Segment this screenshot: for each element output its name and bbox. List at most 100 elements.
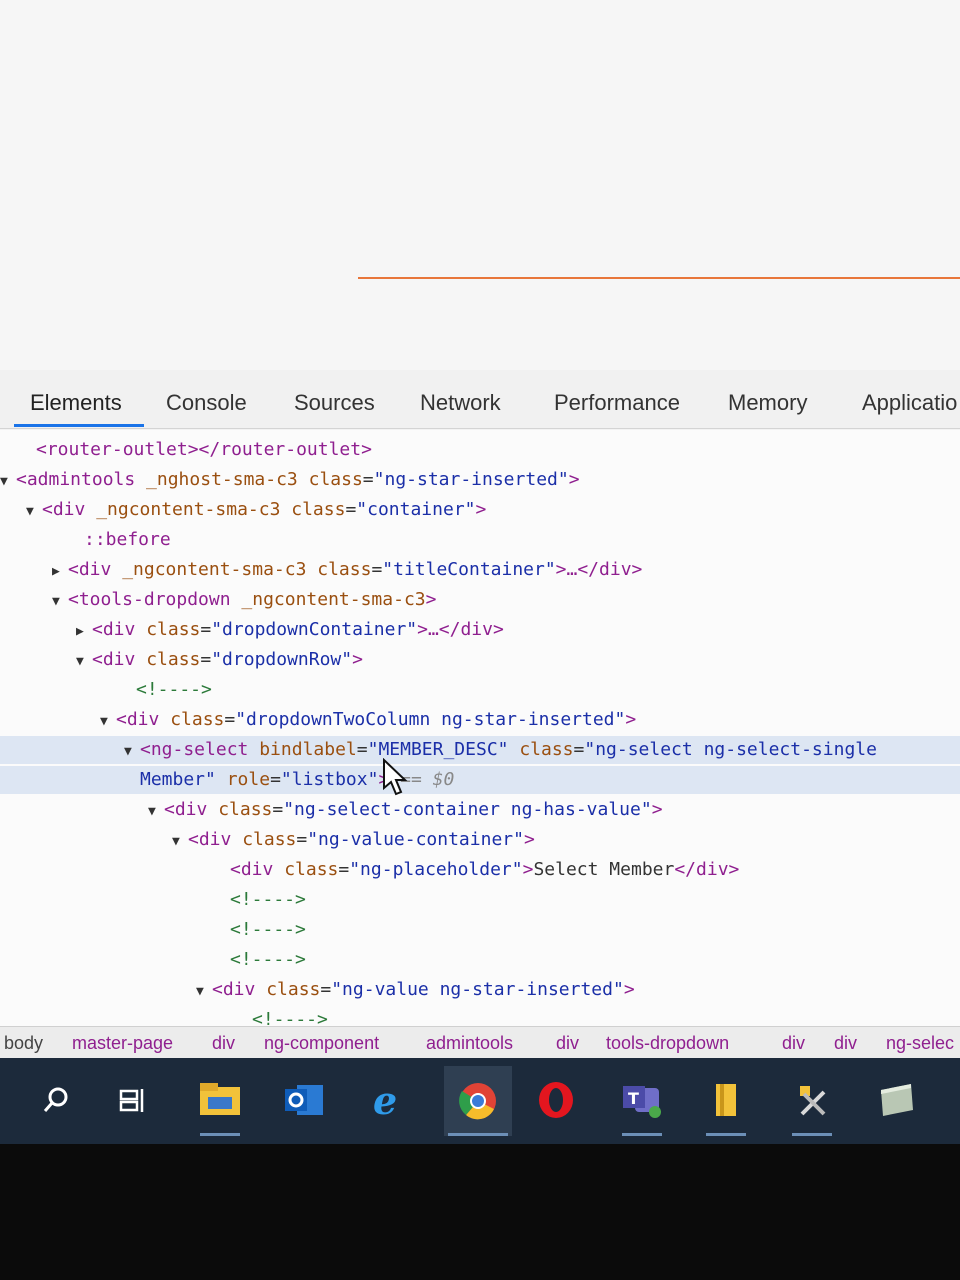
collapse-triangle-icon[interactable]: ▼ bbox=[26, 498, 42, 526]
dom-txt-token: = bbox=[296, 829, 308, 850]
notes-icon[interactable] bbox=[872, 1076, 920, 1124]
tab-memory[interactable]: Memory bbox=[728, 390, 807, 416]
dom-node-row[interactable]: <router-outlet></router-outlet> bbox=[0, 436, 960, 464]
dom-attr-token: class bbox=[146, 619, 201, 640]
teams-icon[interactable]: T bbox=[618, 1076, 666, 1136]
dom-txt-token: = bbox=[573, 739, 585, 760]
dom-val-token: "titleContainer" bbox=[382, 559, 556, 580]
dom-tree: <router-outlet></router-outlet> ▼ <adminto… bbox=[0, 430, 960, 1026]
dom-attr-token: _ngcontent-sma-c3 bbox=[241, 589, 426, 610]
breadcrumb-item[interactable]: admintools bbox=[426, 1033, 513, 1054]
dom-node-row[interactable]: <!----> bbox=[0, 946, 960, 974]
active-tab-indicator bbox=[14, 424, 144, 427]
dom-tag-token: > bbox=[623, 979, 635, 1000]
dom-comment-token: <!----> bbox=[252, 1009, 328, 1026]
dom-tag-token: <router-outlet></router-outlet> bbox=[36, 439, 372, 460]
collapse-triangle-icon[interactable]: ▼ bbox=[172, 828, 188, 856]
dom-tag-token: <tools-dropdown bbox=[68, 589, 242, 610]
tools-icon[interactable] bbox=[788, 1076, 836, 1136]
breadcrumb-item[interactable]: master-page bbox=[72, 1033, 173, 1054]
sticky-notes-icon[interactable] bbox=[702, 1076, 750, 1136]
dom-attr-token: bindlabel bbox=[259, 739, 357, 760]
dom-node-row[interactable]: ::before bbox=[0, 526, 960, 554]
dom-attr-token: class bbox=[170, 709, 225, 730]
tab-performance[interactable]: Performance bbox=[554, 390, 680, 416]
dom-node-row[interactable]: <!----> bbox=[0, 916, 960, 944]
expand-triangle-icon[interactable]: ▶ bbox=[52, 558, 68, 586]
dom-val-token: "ng-star-inserted" bbox=[373, 469, 569, 490]
monitor-bezel bbox=[0, 1144, 960, 1280]
dom-val-token: Member" bbox=[140, 769, 227, 790]
dom-node-row[interactable]: <div class="ng-placeholder">Select Membe… bbox=[0, 856, 960, 884]
dom-node-row[interactable]: ▶ <div _ngcontent-sma-c3 class="titleCont… bbox=[0, 556, 960, 584]
dom-node-row[interactable]: ▼ <div class="dropdownTwoColumn ng-star-i… bbox=[0, 706, 960, 734]
dom-val-token: "dropdownRow" bbox=[211, 649, 353, 670]
dom-tag-token: > bbox=[651, 799, 663, 820]
breadcrumb-item[interactable]: div bbox=[556, 1033, 579, 1054]
dom-txt-token: = bbox=[200, 649, 212, 670]
collapse-triangle-icon[interactable]: ▼ bbox=[100, 708, 116, 736]
dom-node-row[interactable]: ▼ <ng-select bindlabel="MEMBER_DESC" clas… bbox=[0, 736, 960, 764]
dom-comment-token: <!----> bbox=[230, 889, 306, 910]
dom-attr-token: _ngcontent-sma-c3 class bbox=[96, 499, 346, 520]
dom-attr-token: class bbox=[242, 829, 297, 850]
internet-explorer-icon[interactable]: e bbox=[364, 1076, 412, 1124]
search-icon[interactable] bbox=[32, 1076, 80, 1124]
dom-tag-token: </div> bbox=[674, 859, 740, 880]
breadcrumb-item[interactable]: ng-selec bbox=[886, 1033, 954, 1054]
dom-comment-token: <!----> bbox=[136, 679, 212, 700]
dom-tag-token: > bbox=[352, 649, 363, 670]
dom-tag-token: <div bbox=[92, 649, 147, 670]
dom-txt-token: = bbox=[362, 469, 374, 490]
breadcrumb-item[interactable]: div bbox=[834, 1033, 857, 1054]
dom-tag-token: > bbox=[425, 589, 437, 610]
tab-network[interactable]: Network bbox=[420, 390, 501, 416]
dom-attr-token: class bbox=[519, 739, 574, 760]
dom-node-row[interactable]: <!----> bbox=[0, 676, 960, 704]
collapse-triangle-icon[interactable]: ▼ bbox=[76, 648, 92, 676]
dom-node-row[interactable]: ▼ <div _ngcontent-sma-c3 class="container… bbox=[0, 496, 960, 524]
dom-txt-token: = bbox=[270, 769, 281, 790]
dom-node-row[interactable]: ▼ <div class="dropdownRow"> bbox=[0, 646, 960, 674]
collapse-triangle-icon[interactable]: ▼ bbox=[124, 738, 140, 766]
dom-txt-token: = bbox=[356, 739, 368, 760]
outlook-icon[interactable] bbox=[280, 1076, 328, 1124]
tab-elements[interactable]: Elements bbox=[30, 390, 122, 416]
dom-val-token: "ng-select ng-select-single bbox=[584, 739, 877, 760]
dom-txt-token: = bbox=[320, 979, 332, 1000]
dom-node-row[interactable]: ▼ <admintools _nghost-sma-c3 class="ng-st… bbox=[0, 466, 960, 494]
dom-attr-token: class bbox=[266, 979, 321, 1000]
dom-comment-token: <!----> bbox=[230, 949, 306, 970]
dom-txt-token: = bbox=[371, 559, 383, 580]
dom-node-row[interactable]: ▼ <div class="ng-select-container ng-has-… bbox=[0, 796, 960, 824]
dom-node-row[interactable]: ▼ <div class="ng-value ng-star-inserted"> bbox=[0, 976, 960, 1004]
collapse-triangle-icon[interactable]: ▼ bbox=[0, 468, 16, 496]
dom-node-row[interactable]: ▼ <tools-dropdown _ngcontent-sma-c3> bbox=[0, 586, 960, 614]
tab-sources[interactable]: Sources bbox=[294, 390, 375, 416]
breadcrumb-item[interactable]: ng-component bbox=[264, 1033, 379, 1054]
expand-triangle-icon[interactable]: ▶ bbox=[76, 618, 92, 646]
breadcrumb-item[interactable]: div bbox=[212, 1033, 235, 1054]
tab-console[interactable]: Console bbox=[166, 390, 247, 416]
tab-application[interactable]: Applicatio bbox=[862, 390, 957, 416]
dom-node-row[interactable]: ▼ <div class="ng-value-container"> bbox=[0, 826, 960, 854]
dom-txt-token: = bbox=[272, 799, 284, 820]
breadcrumb-item[interactable]: body bbox=[4, 1033, 43, 1054]
chrome-icon[interactable] bbox=[444, 1066, 512, 1136]
file-explorer-icon[interactable] bbox=[196, 1076, 244, 1136]
opera-icon[interactable] bbox=[532, 1076, 580, 1124]
task-view-icon[interactable] bbox=[108, 1076, 156, 1124]
dom-node-row[interactable]: ▶ <div class="dropdownContainer">…</div> bbox=[0, 616, 960, 644]
collapse-triangle-icon[interactable]: ▼ bbox=[52, 588, 68, 616]
dom-node-row[interactable]: Member" role="listbox"> == $0 bbox=[0, 766, 960, 794]
dom-tag-token: >…</div> bbox=[555, 559, 643, 580]
taskbar: e T bbox=[0, 1058, 960, 1144]
collapse-triangle-icon[interactable]: ▼ bbox=[148, 798, 164, 826]
breadcrumb-item[interactable]: tools-dropdown bbox=[606, 1033, 729, 1054]
collapse-triangle-icon[interactable]: ▼ bbox=[196, 978, 212, 1006]
devtools-tab-bar: Elements Console Sources Network Perform… bbox=[0, 370, 960, 429]
dom-txt-token: = bbox=[200, 619, 212, 640]
breadcrumb-item[interactable]: div bbox=[782, 1033, 805, 1054]
dom-node-row[interactable]: <!----> bbox=[0, 1006, 960, 1026]
dom-node-row[interactable]: <!----> bbox=[0, 886, 960, 914]
